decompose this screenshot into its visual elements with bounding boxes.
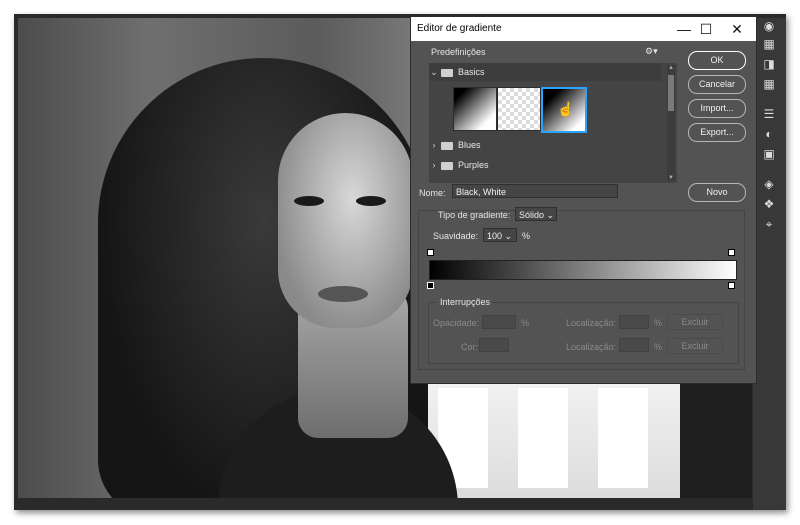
folder-icon [441,68,453,77]
gradient-type-label: Tipo de gradiente: [438,210,511,220]
ok-button[interactable]: OK [688,51,746,70]
presets-list[interactable]: ⌄ Basics ☝ › Blues › Purples ▲ ▼ [429,63,677,183]
folder-label: Blues [458,140,481,150]
paths-icon[interactable]: ⌖ [761,218,777,230]
scroll-up-icon[interactable]: ▲ [667,65,675,71]
gradient-type-select[interactable]: Sólido ⌄ [515,207,557,221]
swatches-icon[interactable]: ◨ [761,58,777,70]
channels-icon[interactable]: ❖ [761,198,777,210]
gradient-type-value: Sólido [519,210,545,220]
presets-scrollbar[interactable]: ▲ ▼ [667,65,675,181]
chevron-right-icon[interactable]: › [429,156,439,174]
chevron-right-icon[interactable]: › [429,136,439,154]
name-field[interactable]: Black, White [452,184,618,198]
gradient-bar[interactable] [429,260,737,280]
opacity-field[interactable] [482,315,516,329]
new-button[interactable]: Novo [688,183,746,202]
color-location-unit: % [654,342,663,352]
folder-purples[interactable]: › Purples [429,156,661,174]
swatch-transparent[interactable] [497,87,541,131]
scroll-down-icon[interactable]: ▼ [667,175,675,181]
color-swatch-field[interactable] [479,338,509,352]
location-field[interactable] [619,315,649,329]
folder-basics[interactable]: ⌄ Basics [429,63,661,81]
hand-cursor-icon: ☝ [557,101,575,117]
close-icon[interactable]: ✕ [727,20,747,38]
color-location-label: Localização: [566,342,617,352]
color-label: Cor: [461,342,479,352]
opacity-label: Opacidade: [433,318,480,328]
folder-blues[interactable]: › Blues [429,136,661,154]
location-unit: % [654,318,663,328]
gradient-editor-dialog: Editor de gradiente — ☐ ✕ Predefinições … [410,16,757,384]
smoothness-value: 100 [487,231,503,241]
color-icon[interactable]: ◐ [761,128,777,140]
swatch-black-white[interactable] [453,87,497,131]
presets-label: Predefinições [431,47,486,57]
folder-icon [441,141,453,150]
adjust-icon[interactable]: ☰ [761,108,777,120]
stops-section [428,302,739,364]
grid-icon[interactable]: ▦ [761,78,777,90]
delete-opacity-stop-button[interactable]: Excluir [667,314,723,330]
table-icon[interactable]: ▦ [761,38,777,50]
scroll-thumb[interactable] [668,75,674,111]
opacity-stop-right[interactable] [728,249,735,256]
photo-lips [318,286,368,302]
photo-window-pane [518,388,568,488]
photo-window-pane [598,388,648,488]
properties-icon[interactable]: ▣ [761,148,777,160]
delete-color-stop-button[interactable]: Excluir [667,338,723,354]
3d-icon[interactable]: ◉ [761,20,777,32]
folder-label: Basics [458,67,485,77]
name-label: Nome: [419,188,446,198]
opacity-unit: % [521,318,530,328]
dialog-titlebar[interactable]: Editor de gradiente — ☐ ✕ [411,17,756,41]
maximize-icon[interactable]: ☐ [696,20,716,38]
layers-icon[interactable]: ◈ [761,178,777,190]
folder-icon [441,161,453,170]
opacity-stop-left[interactable] [427,249,434,256]
import-button[interactable]: Import... [688,99,746,118]
minimize-icon[interactable]: — [674,20,694,38]
cancel-button[interactable]: Cancelar [688,75,746,94]
folder-label: Purples [458,160,489,170]
location-label: Localização: [566,318,617,328]
stops-label: Interrupções [437,297,494,307]
chevron-down-icon[interactable]: ⌄ [429,63,439,81]
color-location-field[interactable] [619,338,649,352]
photo-eye-left [294,196,324,206]
color-stop-right[interactable] [728,282,735,289]
gear-icon[interactable]: ⚙▾ [645,46,658,57]
smoothness-label: Suavidade: [433,231,479,241]
smoothness-unit: % [522,231,531,241]
photo-eye-right [356,196,386,206]
dialog-title: Editor de gradiente [417,23,502,34]
export-button[interactable]: Export... [688,123,746,142]
smoothness-select[interactable]: 100 ⌄ [483,228,517,242]
panel-toolbar: ◉ ▦ ◨ ▦ ☰ ◐ ▣ ◈ ❖ ⌖ [753,18,786,510]
color-stop-left[interactable] [427,282,434,289]
